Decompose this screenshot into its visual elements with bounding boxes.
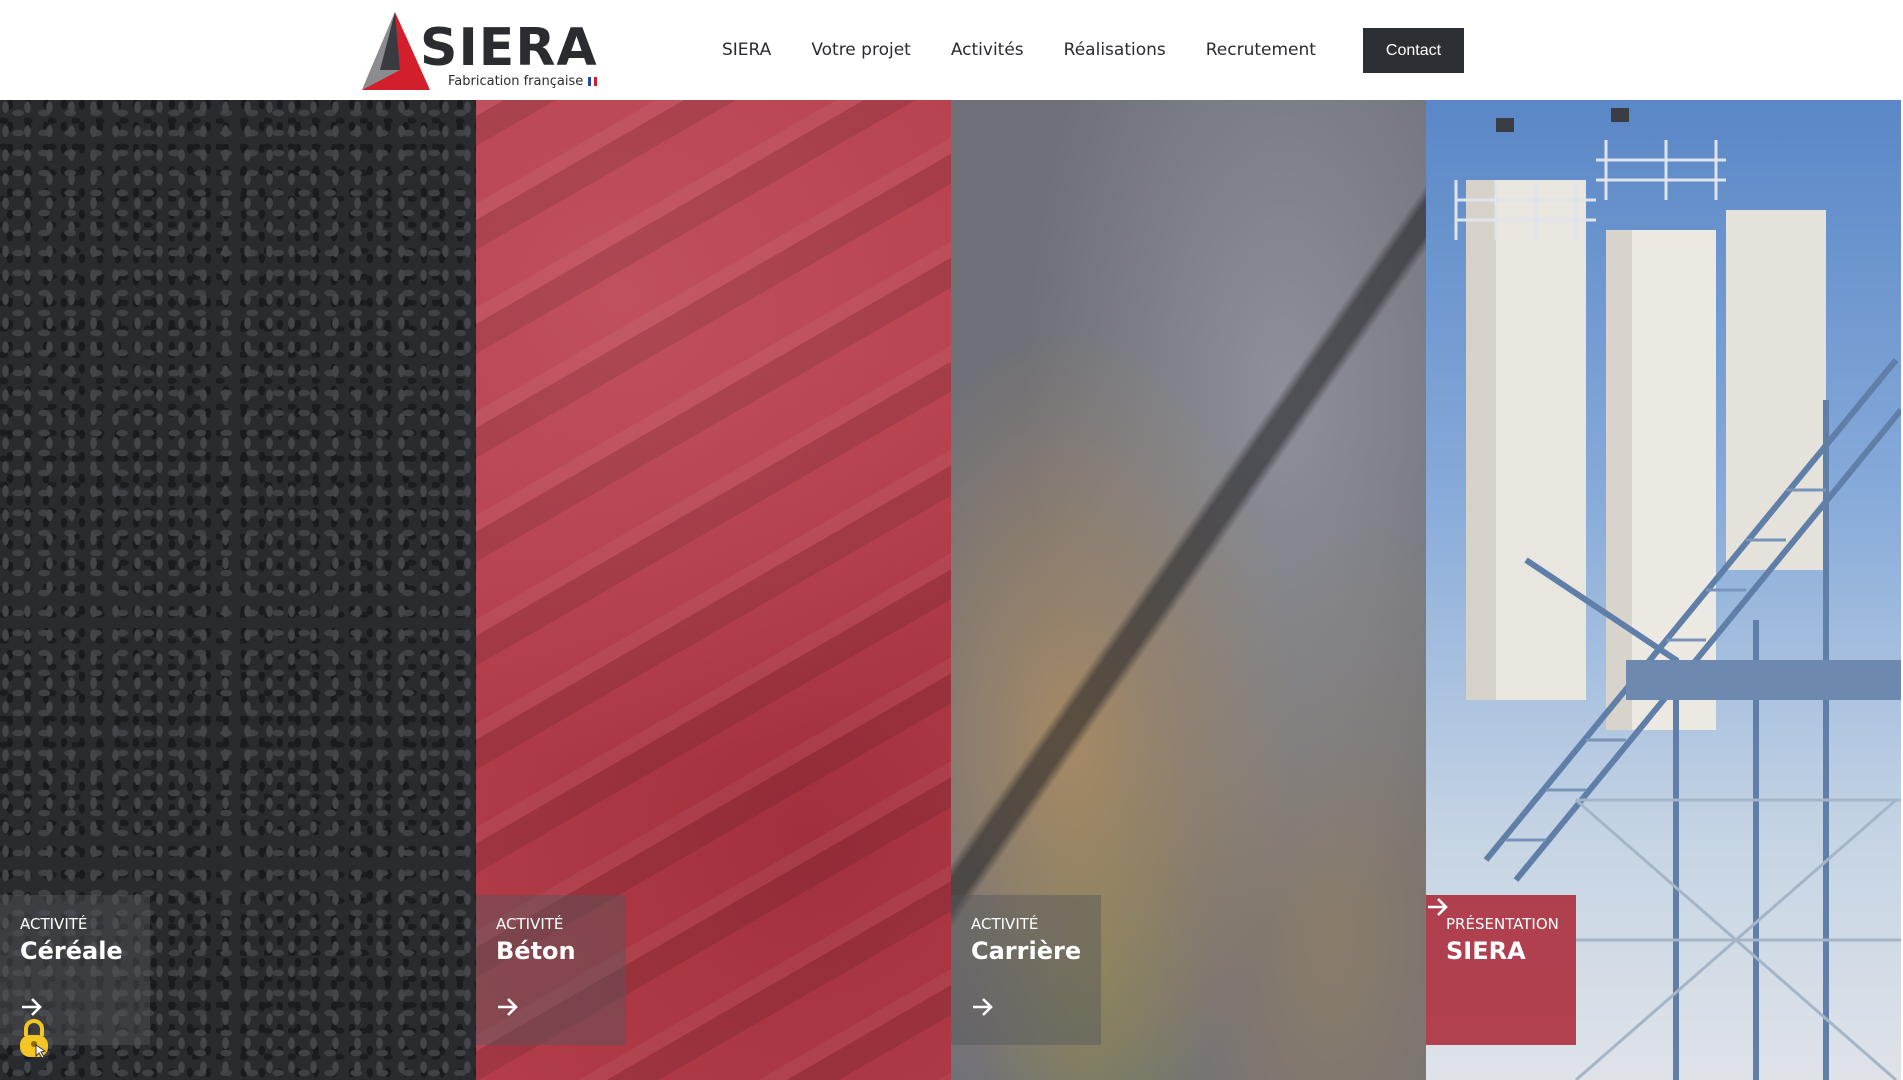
french-flag-icon xyxy=(588,75,598,90)
logo-tagline: Fabrication française xyxy=(448,74,598,90)
panel-caption: ACTIVITÉ Béton xyxy=(476,895,626,1045)
panel-cereale[interactable]: ACTIVITÉ Céréale xyxy=(0,100,476,1080)
panel-siera[interactable]: PRÉSENTATION SIERA xyxy=(1426,100,1901,1080)
panel-title: SIERA xyxy=(1446,937,1526,965)
panel-title: Carrière xyxy=(971,937,1082,965)
panel-carriere[interactable]: ACTIVITÉ Carrière xyxy=(951,100,1426,1080)
panel-kicker: ACTIVITÉ xyxy=(971,915,1039,933)
activity-panels: ACTIVITÉ Céréale ACTIVITÉ Béton ACTIVITÉ… xyxy=(0,100,1903,1080)
nav-realisations[interactable]: Réalisations xyxy=(1064,38,1166,62)
logo-wordmark: SIERA xyxy=(420,18,598,78)
siera-logo[interactable]: SIERA Fabrication française xyxy=(360,8,600,92)
nav-votre-projet[interactable]: Votre projet xyxy=(811,38,911,62)
panel-kicker: PRÉSENTATION xyxy=(1446,915,1559,933)
panel-caption: PRÉSENTATION SIERA xyxy=(1426,895,1576,1045)
arrow-right-icon[interactable] xyxy=(1426,895,1450,919)
nav-recrutement[interactable]: Recrutement xyxy=(1206,38,1316,62)
lock-icon[interactable] xyxy=(18,1018,50,1060)
arrow-right-icon[interactable] xyxy=(971,995,995,1019)
arrow-right-icon[interactable] xyxy=(20,995,44,1019)
contact-button[interactable]: Contact xyxy=(1363,28,1464,73)
panel-title: Béton xyxy=(496,937,576,965)
panel-caption: ACTIVITÉ Carrière xyxy=(951,895,1101,1045)
main-nav: SIERA Votre projet Activités Réalisation… xyxy=(722,38,1356,62)
panel-kicker: ACTIVITÉ xyxy=(20,915,88,933)
site-header: SIERA Fabrication française SIERA Votre … xyxy=(0,0,1903,100)
arrow-right-icon[interactable] xyxy=(496,995,520,1019)
panel-beton[interactable]: ACTIVITÉ Béton xyxy=(476,100,951,1080)
nav-activites[interactable]: Activités xyxy=(951,38,1024,62)
panel-kicker: ACTIVITÉ xyxy=(496,915,564,933)
nav-siera[interactable]: SIERA xyxy=(722,38,771,62)
panel-title: Céréale xyxy=(20,937,123,965)
